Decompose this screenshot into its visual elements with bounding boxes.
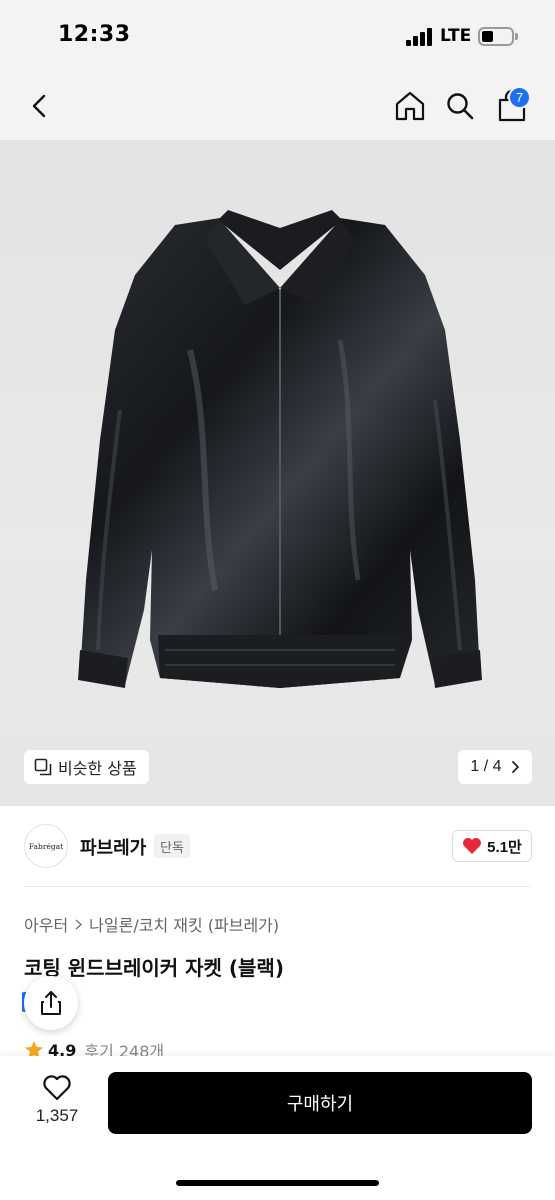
total-pages: 4 (492, 758, 502, 775)
home-indicator (176, 1180, 379, 1186)
divider (24, 886, 531, 887)
search-icon (447, 93, 474, 120)
brand-like-count: 5.1만 (487, 838, 522, 856)
chevron-left-icon (32, 94, 46, 118)
product-photo (78, 210, 482, 688)
brand-like-button[interactable]: 5.1만 (452, 830, 532, 862)
similar-products-label: 비슷한 상품 (58, 759, 137, 778)
network-label: LTE (440, 26, 472, 46)
breadcrumb: 아우터 나일론/코치 재킷 (파브레가) (24, 912, 279, 936)
back-button[interactable] (18, 84, 62, 128)
product-title: 코팅 윈드브레이커 자켓 (블랙) (24, 956, 284, 980)
gallery-page-indicator[interactable]: 1 / 4 (458, 750, 532, 784)
share-icon (41, 991, 61, 1015)
battery-icon (478, 27, 514, 46)
home-button[interactable] (388, 84, 432, 128)
wishlist-count: 1,357 (35, 1106, 79, 1125)
exclusive-badge: 단독 (154, 834, 190, 858)
chevron-right-icon (75, 918, 83, 930)
buy-button[interactable]: 구매하기 (108, 1072, 532, 1134)
status-time: 12:33 (58, 22, 131, 47)
nav-bar (0, 72, 555, 140)
wishlist-button[interactable]: 1,357 (22, 1074, 92, 1138)
chevron-right-icon (511, 761, 519, 773)
heart-filled-icon (463, 838, 482, 854)
signal-icon (406, 28, 432, 46)
cart-count-badge: 7 (508, 86, 531, 109)
brand-logo[interactable]: Fabrégat (24, 824, 68, 868)
breadcrumb-subcategory[interactable]: 나일론/코치 재킷 (파브레가) (89, 912, 279, 936)
status-bar: 12:33 LTE (0, 0, 555, 72)
similar-products-button[interactable]: 비슷한 상품 (24, 750, 149, 784)
copy-icon (34, 758, 52, 776)
product-image-gallery[interactable]: 비슷한 상품 1 / 4 (0, 140, 555, 806)
current-page: 1 (470, 758, 480, 775)
search-button[interactable] (438, 84, 482, 128)
home-icon (395, 91, 425, 121)
brand-name[interactable]: 파브레가 (80, 834, 146, 860)
breadcrumb-category[interactable]: 아우터 (24, 912, 68, 936)
share-button[interactable] (24, 976, 78, 1030)
heart-outline-icon (43, 1075, 71, 1101)
bottom-action-bar: 1,357 구매하기 (0, 1056, 555, 1200)
